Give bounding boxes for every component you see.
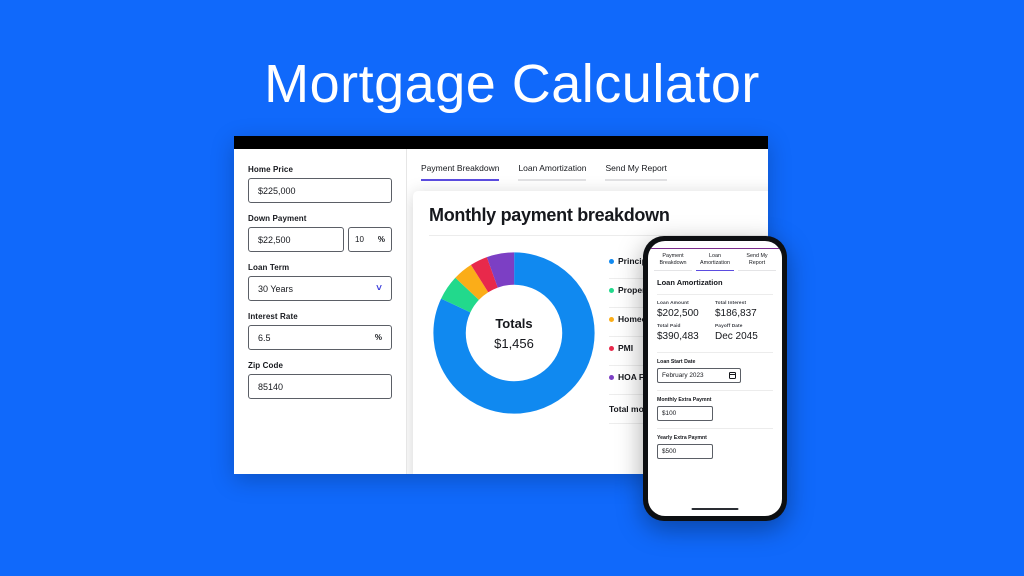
phone-tab-payment-breakdown-line2: Breakdown — [659, 260, 687, 266]
stat-label-payoff-date: Payoff Date — [715, 323, 743, 329]
interest-rate-value: 6.5 — [258, 332, 271, 343]
down-payment-row: $22,500 10 % — [248, 227, 392, 252]
stat-label-loan-amount: Loan Amount — [657, 300, 689, 306]
phone-field-monthly-extra: Monthly Extra Paymnt $100 — [657, 391, 773, 429]
amortization-stats: Loan Amount Total Interest $202,500 $186… — [657, 295, 773, 353]
down-payment-input[interactable]: $22,500 — [248, 227, 344, 252]
field-down-payment: Down Payment $22,500 10 % — [248, 214, 392, 252]
legend-label-pmi: PMI — [618, 343, 634, 353]
legend-dot-homeowner-insurance — [609, 317, 614, 322]
home-price-input[interactable]: $225,000 — [248, 178, 392, 203]
legend-dot-hoa-fees — [609, 375, 614, 380]
desktop-tab-bar: Payment Breakdown Loan Amortization Send… — [407, 163, 768, 181]
tab-loan-amortization[interactable]: Loan Amortization — [518, 163, 587, 181]
loan-start-date-label: Loan Start Date — [657, 358, 696, 365]
down-payment-percent-input[interactable]: 10 % — [348, 227, 392, 252]
chevron-down-icon: ˅ — [376, 282, 382, 294]
page-title: Mortgage Calculator — [264, 54, 760, 114]
home-indicator — [691, 508, 739, 510]
phone-tab-send-my-report-line2: Report — [748, 260, 766, 266]
phone-field-yearly-extra: Yearly Extra Paymnt $500 — [657, 429, 773, 466]
phone-tab-payment-breakdown[interactable]: Payment Breakdown — [654, 253, 692, 271]
monthly-extra-payment-input[interactable]: $100 — [657, 405, 713, 421]
yearly-extra-payment-input[interactable]: $500 — [657, 443, 713, 459]
phone-tab-payment-breakdown-line1: Payment — [662, 253, 684, 259]
field-home-price: Home Price $225,000 — [248, 165, 392, 203]
legend-dot-property — [609, 288, 614, 293]
phone-page-title: Loan Amortization — [657, 278, 773, 295]
mortgage-input-form: Home Price $225,000 Down Payment $22,500… — [234, 149, 407, 474]
percent-unit-label: % — [377, 235, 385, 244]
browser-chrome-bar — [234, 136, 768, 149]
result-card-title: Monthly payment breakdown — [429, 205, 768, 236]
loan-term-label: Loan Term — [248, 263, 290, 272]
loan-start-date-input[interactable]: February 2023 — [657, 367, 741, 383]
phone-content: Loan Amortization Loan Amount Total Inte… — [648, 271, 782, 466]
phone-tab-loan-amortization[interactable]: Loan Amortization — [696, 253, 734, 271]
zip-code-label: Zip Code — [248, 361, 284, 370]
phone-screen: Payment Breakdown Loan Amortization Send… — [648, 241, 782, 516]
interest-rate-input[interactable]: 6.5 % — [248, 325, 392, 350]
yearly-extra-payment-label: Yearly Extra Paymnt — [657, 434, 707, 441]
phone-tab-loan-amortization-line1: Loan — [709, 253, 721, 259]
donut-chart-svg — [433, 252, 595, 414]
phone-tab-send-my-report[interactable]: Send My Report — [738, 253, 776, 271]
zip-code-input[interactable]: 85140 — [248, 374, 392, 399]
calendar-icon[interactable] — [729, 371, 736, 379]
tab-payment-breakdown[interactable]: Payment Breakdown — [421, 163, 500, 181]
stat-label-total-interest: Total Interest — [715, 300, 747, 306]
tab-send-my-report[interactable]: Send My Report — [605, 163, 667, 181]
legend-dot-principle — [609, 259, 614, 264]
loan-term-select[interactable]: 30 Years ˅ — [248, 276, 392, 301]
interest-rate-label: Interest Rate — [248, 312, 298, 321]
stat-value-total-paid: $390,483 — [657, 330, 699, 342]
home-price-label: Home Price — [248, 165, 294, 174]
loan-term-value: 30 Years — [258, 283, 294, 294]
monthly-extra-payment-label: Monthly Extra Paymnt — [657, 396, 712, 403]
loan-start-date-value: February 2023 — [662, 371, 704, 379]
field-loan-term: Loan Term 30 Years ˅ — [248, 263, 392, 301]
stat-value-total-interest: $186,837 — [715, 307, 757, 319]
phone-tab-bar: Payment Breakdown Loan Amortization Send… — [648, 248, 782, 271]
down-payment-label: Down Payment — [248, 214, 307, 223]
field-zip-code: Zip Code 85140 — [248, 361, 392, 399]
stat-value-payoff-date: Dec 2045 — [715, 330, 758, 342]
stat-value-loan-amount: $202,500 — [657, 307, 699, 319]
legend-dot-pmi — [609, 346, 614, 351]
phone-mockup: Payment Breakdown Loan Amortization Send… — [643, 236, 787, 521]
interest-rate-unit-label: % — [374, 333, 382, 342]
phone-tab-loan-amortization-line2: Amortization — [700, 260, 730, 266]
phone-tab-send-my-report-line1: Send My — [746, 253, 768, 259]
phone-field-loan-start-date: Loan Start Date February 2023 — [657, 353, 773, 391]
stat-label-total-paid: Total Paid — [657, 323, 681, 329]
down-payment-percent-value: 10 — [355, 235, 364, 244]
field-interest-rate: Interest Rate 6.5 % — [248, 312, 392, 350]
donut-chart: Totals $1,456 — [429, 248, 599, 418]
